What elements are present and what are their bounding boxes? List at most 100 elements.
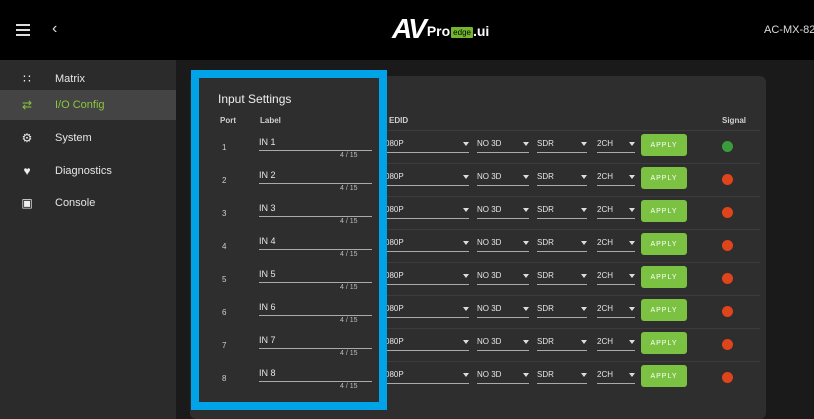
dropdown-arrow-icon (463, 241, 469, 245)
apply-button[interactable]: APPLY (641, 167, 687, 189)
dropdown-arrow-icon (463, 142, 469, 146)
dropdown-arrow-icon (581, 208, 587, 212)
hdr-select[interactable]: SDR (537, 337, 587, 351)
audio-select[interactable]: 2CH (597, 271, 635, 285)
edid-value: 080P (385, 271, 404, 280)
input-label-field[interactable]: IN 2 (259, 170, 372, 184)
audio-select[interactable]: 2CH (597, 205, 635, 219)
sidebar-item-system[interactable]: ⚙ System (0, 123, 176, 153)
audio-select[interactable]: 2CH (597, 304, 635, 318)
audio-select[interactable]: 2CH (597, 139, 635, 153)
3d-mode-select[interactable]: NO 3D (477, 337, 529, 351)
hdr-select[interactable]: SDR (537, 139, 587, 153)
edid-select[interactable]: 080P (385, 337, 469, 351)
3d-mode-select[interactable]: NO 3D (477, 238, 529, 252)
apply-button[interactable]: APPLY (641, 332, 687, 354)
3d-mode-select[interactable]: NO 3D (477, 271, 529, 285)
edid-value: 080P (385, 205, 404, 214)
hdr-select[interactable]: SDR (537, 238, 587, 252)
logo-av: AV (392, 13, 427, 44)
dropdown-arrow-icon (629, 142, 635, 146)
apply-button[interactable]: APPLY (641, 200, 687, 222)
audio-value: 2CH (597, 271, 614, 280)
edid-select[interactable]: 080P (385, 172, 469, 186)
3d-mode-select[interactable]: NO 3D (477, 139, 529, 153)
3d-mode-value: NO 3D (477, 205, 502, 214)
dropdown-arrow-icon (581, 307, 587, 311)
apply-button[interactable]: APPLY (641, 134, 687, 156)
input-label-field[interactable]: IN 1 (259, 137, 372, 151)
char-counter: 4 / 15 (340, 185, 358, 192)
port-column-header: Port (220, 116, 236, 125)
3d-mode-select[interactable]: NO 3D (477, 304, 529, 318)
sidebar-item-label: Console (55, 197, 96, 209)
char-counter: 4 / 15 (340, 251, 358, 258)
label-column-header: Label (260, 116, 281, 125)
3d-mode-value: NO 3D (477, 304, 502, 313)
3d-mode-select[interactable]: NO 3D (477, 205, 529, 219)
dropdown-arrow-icon (581, 142, 587, 146)
dropdown-arrow-icon (629, 175, 635, 179)
dropdown-arrow-icon (523, 142, 529, 146)
logo-ui: .ui (472, 23, 490, 39)
edid-value: 080P (385, 370, 404, 379)
input-label-field[interactable]: IN 8 (259, 368, 372, 382)
3d-mode-value: NO 3D (477, 238, 502, 247)
input-settings-title: Input Settings (218, 92, 292, 106)
port-number: 2 (222, 176, 227, 185)
dropdown-arrow-icon (629, 373, 635, 377)
3d-mode-select[interactable]: NO 3D (477, 172, 529, 186)
apply-button[interactable]: APPLY (641, 365, 687, 387)
char-counter: 4 / 15 (340, 152, 358, 159)
edid-select[interactable]: 080P (385, 304, 469, 318)
input-label-field[interactable]: IN 5 (259, 269, 372, 283)
edid-select[interactable]: 080P (385, 370, 469, 384)
dropdown-arrow-icon (629, 241, 635, 245)
audio-select[interactable]: 2CH (597, 172, 635, 186)
apply-button[interactable]: APPLY (641, 299, 687, 321)
input-label-field[interactable]: IN 4 (259, 236, 372, 250)
top-bar: ‹ AV Pro edge .ui AC-MX-82 (0, 0, 814, 60)
port-number: 7 (222, 341, 227, 350)
edid-select[interactable]: 080P (385, 139, 469, 153)
audio-select[interactable]: 2CH (597, 337, 635, 351)
sidebar-item-label: System (55, 132, 92, 144)
audio-select[interactable]: 2CH (597, 370, 635, 384)
sidebar-item-i-o-config[interactable]: ⇄ I/O Config (0, 90, 176, 120)
input-label-field[interactable]: IN 7 (259, 335, 372, 349)
back-chevron-icon[interactable]: ‹ (52, 20, 57, 38)
3d-mode-value: NO 3D (477, 271, 502, 280)
hdr-select[interactable]: SDR (537, 304, 587, 318)
apply-button[interactable]: APPLY (641, 233, 687, 255)
signal-indicator (722, 174, 733, 185)
3d-mode-value: NO 3D (477, 139, 502, 148)
char-counter: 4 / 15 (340, 383, 358, 390)
dropdown-arrow-icon (581, 175, 587, 179)
sidebar-item-diagnostics[interactable]: ♥ Diagnostics (0, 156, 176, 186)
sidebar-item-console[interactable]: ▣ Console (0, 188, 176, 218)
edid-select[interactable]: 080P (385, 238, 469, 252)
edid-value: 080P (385, 337, 404, 346)
edid-value: 080P (385, 304, 404, 313)
port-number: 4 (222, 242, 227, 251)
dropdown-arrow-icon (523, 208, 529, 212)
input-label-field[interactable]: IN 3 (259, 203, 372, 217)
hdr-select[interactable]: SDR (537, 370, 587, 384)
audio-value: 2CH (597, 304, 614, 313)
input-label-field[interactable]: IN 6 (259, 302, 372, 316)
app-logo: AV Pro edge .ui (392, 13, 490, 44)
char-counter: 4 / 15 (340, 284, 358, 291)
port-number: 5 (222, 275, 227, 284)
audio-select[interactable]: 2CH (597, 238, 635, 252)
3d-mode-select[interactable]: NO 3D (477, 370, 529, 384)
edid-value: 080P (385, 238, 404, 247)
edid-select[interactable]: 080P (385, 271, 469, 285)
hdr-select[interactable]: SDR (537, 271, 587, 285)
apply-button[interactable]: APPLY (641, 266, 687, 288)
hdr-select[interactable]: SDR (537, 205, 587, 219)
3d-mode-value: NO 3D (477, 370, 502, 379)
edid-select[interactable]: 080P (385, 205, 469, 219)
hamburger-menu-icon[interactable] (16, 24, 30, 36)
dropdown-arrow-icon (523, 307, 529, 311)
hdr-select[interactable]: SDR (537, 172, 587, 186)
